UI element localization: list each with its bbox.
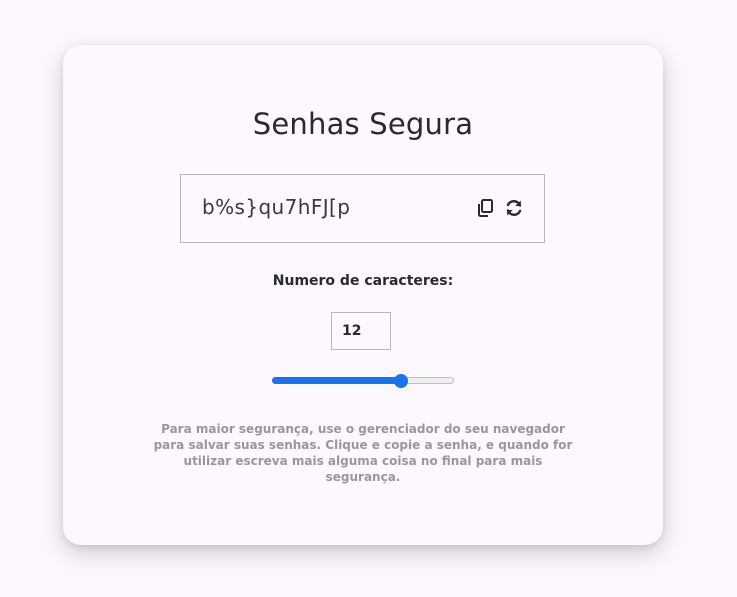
slider-fill bbox=[272, 377, 401, 384]
refresh-icon bbox=[506, 200, 522, 216]
regenerate-button[interactable] bbox=[502, 196, 526, 220]
length-slider[interactable] bbox=[272, 374, 454, 388]
page-title: Senhas Segura bbox=[252, 107, 474, 141]
length-input[interactable] bbox=[331, 312, 391, 350]
copy-icon bbox=[478, 199, 493, 217]
password-generator-card: Senhas Segura b%s}qu7hFJ[p Numero de car… bbox=[63, 45, 663, 545]
password-display[interactable]: b%s}qu7hFJ[p bbox=[180, 174, 545, 243]
copy-button[interactable] bbox=[473, 196, 497, 220]
password-value[interactable]: b%s}qu7hFJ[p bbox=[202, 195, 350, 219]
security-tip: Para maior segurança, use o gerenciador … bbox=[153, 422, 573, 484]
slider-thumb[interactable] bbox=[394, 374, 408, 388]
length-label: Numero de caracteres: bbox=[272, 273, 454, 289]
